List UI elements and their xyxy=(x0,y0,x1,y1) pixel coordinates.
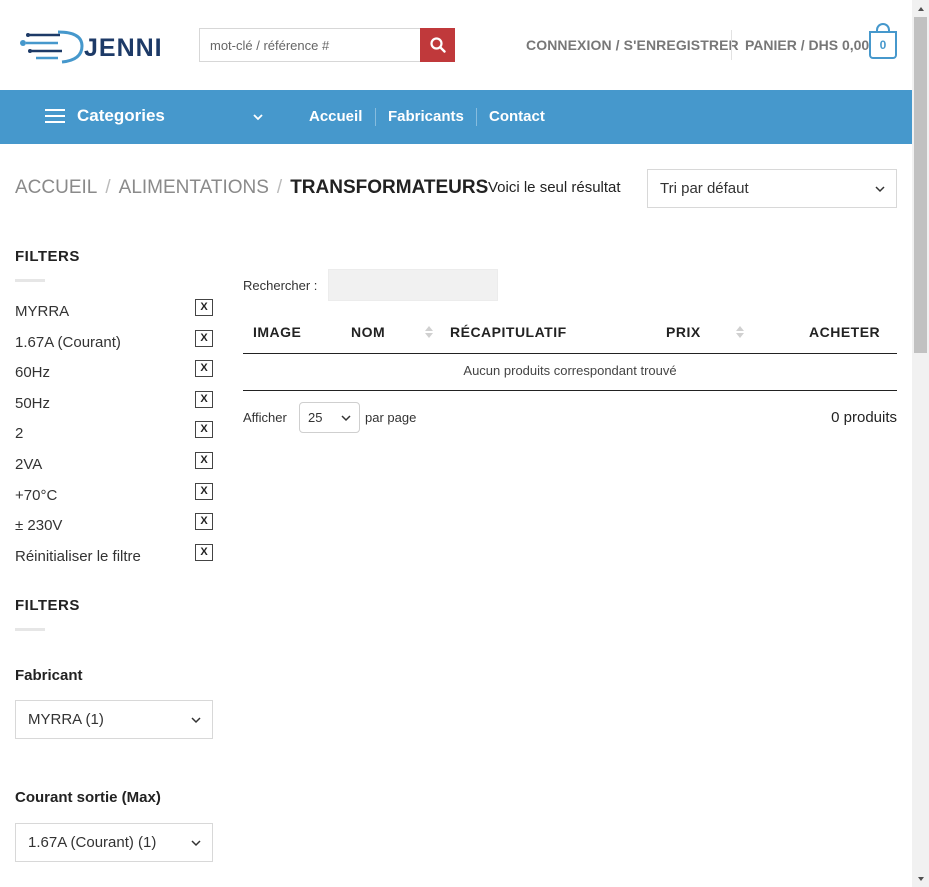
nav-link-fabricants[interactable]: Fabricants xyxy=(388,108,464,125)
close-icon: X xyxy=(200,546,208,558)
breadcrumb-current: TRANSFORMATEURS xyxy=(290,177,489,198)
widget-title-underline xyxy=(15,279,45,282)
categories-menu[interactable]: Categories xyxy=(77,106,165,126)
close-icon: X xyxy=(200,454,208,466)
nav-separator xyxy=(375,108,376,126)
cart-count-badge[interactable]: 0 xyxy=(869,31,897,59)
search-icon xyxy=(429,37,446,53)
show-label: Afficher xyxy=(243,410,287,425)
chevron-down-icon xyxy=(191,717,201,724)
table-header-border xyxy=(243,353,897,354)
close-icon: X xyxy=(200,332,208,344)
table-search-input[interactable] xyxy=(328,269,498,301)
sort-select[interactable]: Tri par défaut xyxy=(647,169,897,208)
nav-link-accueil[interactable]: Accueil xyxy=(309,108,362,125)
cart-link[interactable]: PANIER / DHS 0,00 xyxy=(745,37,869,53)
column-header-prix[interactable]: PRIX xyxy=(666,324,701,340)
active-filter-label: ± 230V xyxy=(15,517,63,534)
courant-sortie-selected-value: 1.67A (Courant) (1) xyxy=(28,834,157,851)
logo-text: JENNI xyxy=(84,34,163,62)
column-header-image: IMAGE xyxy=(253,324,302,340)
table-empty-message: Aucun produits correspondant trouvé xyxy=(463,363,677,378)
sort-arrows-icon[interactable] xyxy=(735,324,745,340)
close-icon: X xyxy=(200,423,208,435)
chevron-down-icon xyxy=(875,186,885,193)
close-icon: X xyxy=(200,485,208,497)
breadcrumb-item-accueil[interactable]: ACCUEIL xyxy=(15,177,97,198)
reset-filters-label[interactable]: Réinitialiser le filtre xyxy=(15,548,141,565)
filters-title: FILTERS xyxy=(15,597,80,614)
close-icon: X xyxy=(200,515,208,527)
remove-filter-button[interactable]: X xyxy=(195,299,213,316)
column-header-acheter: ACHETER xyxy=(809,324,881,340)
search-button[interactable] xyxy=(420,28,455,62)
remove-filter-button[interactable]: X xyxy=(195,391,213,408)
result-count: Voici le seul résultat xyxy=(488,179,621,196)
fabricant-selected-value: MYRRA (1) xyxy=(28,711,104,728)
site-logo[interactable]: JENNI xyxy=(18,24,168,66)
column-header-recapitulatif: RÉCAPITULATIF xyxy=(450,324,567,340)
active-filter-label: +70°C xyxy=(15,487,58,504)
close-icon: X xyxy=(200,301,208,313)
search-input[interactable] xyxy=(199,28,420,62)
remove-filter-button[interactable]: X xyxy=(195,360,213,377)
fabricant-select[interactable]: MYRRA (1) xyxy=(15,700,213,739)
active-filters-title: FILTERS xyxy=(15,248,80,265)
remove-filter-button[interactable]: X xyxy=(195,483,213,500)
breadcrumb-item-alimentations[interactable]: ALIMENTATIONS xyxy=(119,177,269,198)
nav-separator xyxy=(476,108,477,126)
column-header-nom[interactable]: NOM xyxy=(351,324,385,340)
breadcrumb-separator: / xyxy=(105,177,111,198)
courant-sortie-label: Courant sortie (Max) xyxy=(15,789,161,806)
breadcrumb-separator: / xyxy=(276,177,283,198)
remove-filter-button[interactable]: X xyxy=(195,330,213,347)
close-icon: X xyxy=(200,393,208,405)
close-icon: X xyxy=(200,362,208,374)
search-form xyxy=(199,28,455,62)
main-nav: Categories Accueil Fabricants Contact xyxy=(0,90,912,144)
header-divider xyxy=(731,30,732,60)
product-count: 0 produits xyxy=(831,409,897,426)
per-page-value: 25 xyxy=(308,410,323,425)
reset-filters-button[interactable]: X xyxy=(195,544,213,561)
menu-burger-icon[interactable] xyxy=(45,109,65,124)
scroll-up-arrow-icon[interactable] xyxy=(912,0,929,17)
table-search-label: Rechercher : xyxy=(243,278,318,293)
chevron-down-icon xyxy=(191,840,201,847)
remove-filter-button[interactable]: X xyxy=(195,452,213,469)
active-filter-label: 2 xyxy=(15,425,24,442)
fabricant-label: Fabricant xyxy=(15,667,83,684)
sort-selected-value: Tri par défaut xyxy=(660,180,749,197)
per-page-label: par page xyxy=(365,410,417,425)
scroll-down-arrow-icon[interactable] xyxy=(912,870,929,887)
widget-title-underline xyxy=(15,628,45,631)
scrollbar-thumb[interactable] xyxy=(914,17,927,353)
sort-arrows-icon[interactable] xyxy=(424,324,434,340)
per-page-select[interactable]: 25 xyxy=(299,402,360,433)
active-filter-label: 2VA xyxy=(15,456,43,473)
remove-filter-button[interactable]: X xyxy=(195,513,213,530)
remove-filter-button[interactable]: X xyxy=(195,421,213,438)
chevron-down-icon[interactable] xyxy=(252,111,264,123)
page-scrollbar[interactable] xyxy=(912,0,929,887)
active-filter-label: 50Hz xyxy=(15,395,51,412)
chevron-down-icon xyxy=(341,415,351,422)
table-footer-border xyxy=(243,390,897,391)
active-filter-label: 60Hz xyxy=(15,364,51,381)
active-filter-label: 1.67A (Courant) xyxy=(15,334,121,351)
breadcrumb: ACCUEIL / ALIMENTATIONS / TRANSFORMATEURS xyxy=(15,177,488,199)
cart-count: 0 xyxy=(879,38,887,52)
login-register-link[interactable]: CONNEXION / S'ENREGISTRER xyxy=(526,37,739,53)
courant-sortie-select[interactable]: 1.67A (Courant) (1) xyxy=(15,823,213,862)
active-filter-label: MYRRA xyxy=(15,303,70,320)
nav-link-contact[interactable]: Contact xyxy=(489,108,545,125)
site-header: JENNI CONNEXION / S'ENREGISTRER PANIER /… xyxy=(0,0,912,90)
